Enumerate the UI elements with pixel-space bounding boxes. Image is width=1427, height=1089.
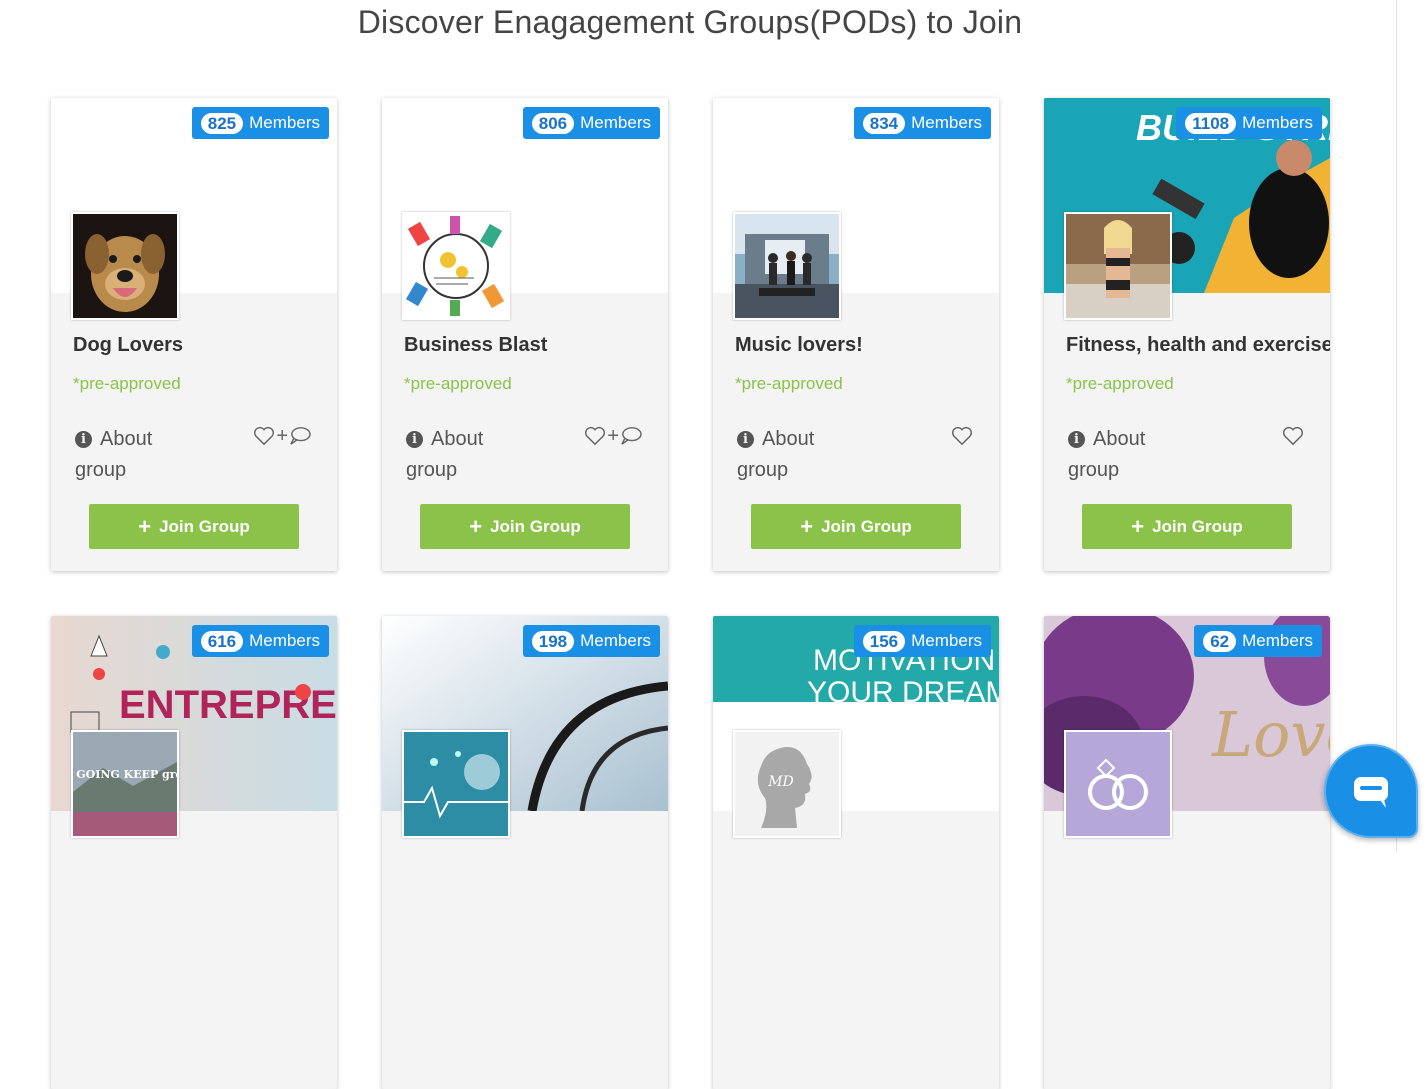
members-badge: 156 Members <box>853 625 991 657</box>
plus-icon: + <box>469 513 483 539</box>
page-title: Discover Enagagement Groups(PODs) to Joi… <box>357 4 1023 40</box>
group-thumbnail[interactable] <box>402 212 510 320</box>
members-count: 834 <box>862 112 906 134</box>
cover-text: YOUR DREAM <box>807 676 999 709</box>
preapproved-label: *pre-approved <box>73 374 181 393</box>
group-name[interactable]: Dog Lovers <box>73 334 183 357</box>
info-icon: i <box>406 431 423 448</box>
members-badge: 1108 Members <box>1176 107 1322 139</box>
group-card: 806 Members Business Blast *pre-approved… <box>382 98 668 571</box>
plus-icon: + <box>138 513 152 539</box>
join-group-button[interactable]: + Join Group <box>751 504 961 549</box>
members-count: 62 <box>1203 630 1237 652</box>
join-group-button[interactable]: + Join Group <box>89 504 299 549</box>
group-thumbnail[interactable] <box>71 212 179 320</box>
group-thumbnail[interactable] <box>1064 212 1172 320</box>
group-card: ENTREPRENEUR 616 Members KEEP GOING KEEP… <box>51 616 337 1089</box>
plus-icon: + <box>607 424 619 447</box>
heart-icon[interactable] <box>584 426 606 446</box>
group-name[interactable]: Music lovers! <box>735 334 863 357</box>
scrollbar-divider <box>1396 0 1397 852</box>
members-label: Members <box>1242 631 1313 650</box>
join-group-button[interactable]: + Join Group <box>1082 504 1292 549</box>
join-group-button[interactable]: + Join Group <box>420 504 630 549</box>
info-icon: i <box>737 431 754 448</box>
thumb-text: KEEP GOING KEEP growing <box>73 768 177 781</box>
members-badge: 198 Members <box>522 625 660 657</box>
join-label: Join Group <box>159 516 250 536</box>
chat-icon <box>1354 777 1388 808</box>
plus-icon: + <box>276 424 288 447</box>
cover-text: Love <box>1211 698 1330 771</box>
members-count: 825 <box>200 112 244 134</box>
join-label: Join Group <box>1152 516 1243 536</box>
about-group-link[interactable]: i About group <box>1068 424 1178 486</box>
plus-icon: + <box>800 513 814 539</box>
members-badge: 834 Members <box>853 107 991 139</box>
preapproved-label: *pre-approved <box>404 374 512 393</box>
group-card: MOTIVATION YOUR DREAM 156 Members MD <box>713 616 999 1089</box>
members-label: Members <box>1242 113 1313 132</box>
group-thumbnail[interactable]: KEEP GOING KEEP growing <box>71 730 179 838</box>
card-actions <box>951 425 973 447</box>
heart-icon[interactable] <box>951 426 973 446</box>
group-thumbnail[interactable] <box>402 730 510 838</box>
heart-icon[interactable] <box>1282 426 1304 446</box>
members-count: 806 <box>531 112 575 134</box>
members-count: 156 <box>862 630 906 652</box>
members-count: 198 <box>531 630 575 652</box>
group-thumbnail[interactable] <box>733 212 841 320</box>
preapproved-label: *pre-approved <box>1066 374 1174 393</box>
info-icon: i <box>1068 431 1085 448</box>
members-label: Members <box>249 113 320 132</box>
members-label: Members <box>249 631 320 650</box>
group-card: 834 Members Music lovers! *pre-approved … <box>713 98 999 571</box>
members-label: Members <box>580 631 651 650</box>
members-count: 1108 <box>1185 112 1237 134</box>
comment-icon[interactable] <box>620 426 642 446</box>
members-badge: 825 Members <box>191 107 329 139</box>
members-badge: 616 Members <box>191 625 329 657</box>
group-thumbnail[interactable]: MD <box>733 730 841 838</box>
about-group-link[interactable]: i About group <box>737 424 847 486</box>
heart-icon[interactable] <box>253 426 275 446</box>
members-badge: 806 Members <box>522 107 660 139</box>
join-label: Join Group <box>490 516 581 536</box>
members-label: Members <box>580 113 651 132</box>
card-actions: + <box>253 425 311 447</box>
group-card: 198 Members <box>382 616 668 1089</box>
group-thumbnail[interactable] <box>1064 730 1172 838</box>
members-label: Members <box>911 113 982 132</box>
members-label: Members <box>911 631 982 650</box>
card-actions <box>1282 425 1304 447</box>
about-group-link[interactable]: i About group <box>75 424 185 486</box>
group-card: BUILD STRENGTH 1108 Members Fitness, hea… <box>1044 98 1330 571</box>
members-badge: 62 Members <box>1194 625 1322 657</box>
group-card: 825 Members Dog Lovers *pre-approved i Ab… <box>51 98 337 571</box>
chat-widget-button[interactable] <box>1324 744 1418 838</box>
group-name[interactable]: Business Blast <box>404 334 547 357</box>
preapproved-label: *pre-approved <box>735 374 843 393</box>
comment-icon[interactable] <box>289 426 311 446</box>
thumb-text: MD <box>767 774 794 790</box>
card-actions: + <box>584 425 642 447</box>
plus-icon: + <box>1131 513 1145 539</box>
info-icon: i <box>75 431 92 448</box>
group-card: Love 62 Members <box>1044 616 1330 1089</box>
join-label: Join Group <box>821 516 912 536</box>
members-count: 616 <box>200 630 244 652</box>
about-group-link[interactable]: i About group <box>406 424 516 486</box>
group-name[interactable]: Fitness, health and exercise <box>1066 334 1330 357</box>
